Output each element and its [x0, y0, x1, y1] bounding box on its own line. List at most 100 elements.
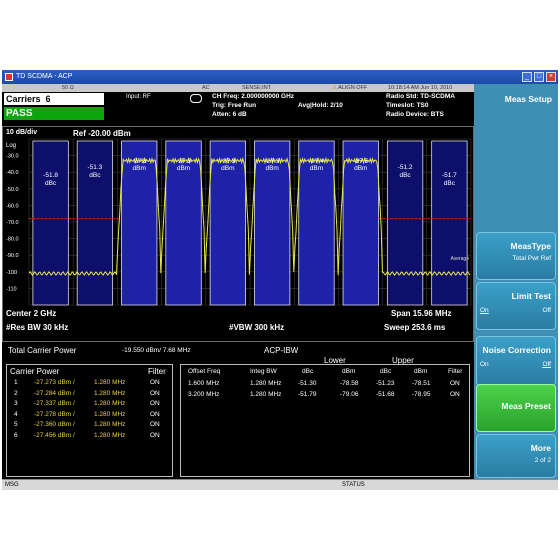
offset-power-unit: dBc — [444, 180, 456, 187]
offset-integ-bw: 1.280 MHz — [250, 380, 282, 387]
lower-dbc: -51.79 — [298, 390, 317, 398]
carrier-index: 2 — [14, 389, 18, 397]
vbw: #VBW 300 kHz — [229, 323, 285, 332]
offset-filter: ON — [450, 390, 460, 398]
results-table: Total Carrier Power -19.550 dBm/ 7.68 MH… — [2, 342, 474, 479]
offset-power-value: -51.8 — [43, 172, 58, 179]
maximize-button[interactable]: □ — [534, 72, 544, 82]
close-button[interactable]: × — [546, 72, 556, 82]
res-bw: #Res BW 30 kHz — [6, 323, 69, 332]
average-label: Average — [450, 256, 469, 262]
offset-col-header: Integ BW — [250, 368, 277, 375]
noise-correction-softkey[interactable]: Noise Correction On Off — [476, 336, 556, 386]
carrier-power: -27.273 dBm / — [34, 379, 75, 386]
carrier-filter: ON — [150, 421, 160, 428]
status-label: STATUS — [342, 482, 365, 488]
carrier-filter: ON — [150, 410, 160, 418]
carrier-power-value: -27.3 — [220, 158, 235, 165]
meastype-softkey[interactable]: MeasType Total Pwr Ref — [476, 232, 556, 280]
carrier-index: 1 — [14, 379, 18, 386]
offset-integ-bw: 1.280 MHz — [250, 390, 282, 398]
offset-filter: ON — [450, 380, 460, 387]
upper-dbc: -51.68 — [376, 390, 395, 398]
offset-freq: 1.600 MHz — [188, 380, 220, 387]
softkey-panel: Meas Setup MeasType Total Pwr Ref Limit … — [474, 84, 558, 479]
datetime: 10:18:14 AM Jun 10, 2010 — [388, 85, 453, 91]
offset-power-value: -51.7 — [442, 172, 457, 179]
measurement-header: Carriers 6 PASS Input: RF CH Freq: 2.000… — [2, 92, 474, 126]
sweep-time: Sweep 253.6 ms — [384, 323, 446, 332]
atten: Atten: 6 dB — [212, 111, 247, 118]
carrier-index: 5 — [14, 421, 18, 428]
carrier-power: -27.360 dBm / — [34, 421, 75, 428]
meas-preset-softkey[interactable]: Meas Preset — [476, 384, 556, 432]
y-tick-label: -100 — [6, 270, 17, 276]
offset-power-unit: dBc — [45, 180, 57, 187]
offset-col-header: dBm — [414, 368, 428, 375]
radio-device: Radio Device: BTS — [386, 111, 444, 118]
section-title: ACP-IBW — [264, 346, 299, 355]
lower-dbm: -78.58 — [340, 380, 359, 387]
y-tick-label: -110 — [6, 286, 17, 292]
spectrum-plot: 10 dB/div Ref -20.00 dBm Log -30.0 -40.0 -5… — [2, 126, 474, 342]
offset-band — [32, 140, 69, 306]
carrier-index: 3 — [14, 400, 18, 407]
offset-col-header: Offset Freq — [188, 368, 221, 375]
carrier-index: 6 — [14, 431, 18, 439]
upper-dbm: -78.95 — [412, 390, 431, 398]
carriers-field[interactable]: Carriers 6 — [4, 93, 104, 105]
carrier-power-unit: dBm — [177, 165, 190, 172]
offset-col-header: dBc — [380, 368, 392, 375]
ch-freq: CH Freq: 2.000000000 GHz — [212, 93, 295, 100]
carrier-power: -27.284 dBm / — [34, 389, 75, 397]
carrier-power-unit: dBm — [133, 165, 146, 172]
impedance-indicator: 50 Ω — [62, 85, 74, 91]
sense-indicator: SENSE:INT — [242, 85, 272, 91]
window-title: TD SCDMA - ACP — [16, 73, 73, 80]
carrier-power-value: -27.5 — [353, 158, 368, 165]
carrier-power-unit: dBm — [354, 165, 367, 172]
lower-dbm: -79.06 — [340, 390, 359, 398]
offset-power-value: -51.2 — [398, 164, 413, 171]
align-indicator: ⚠ ALIGN OFF — [332, 85, 368, 91]
pass-fail-badge: PASS — [4, 107, 104, 120]
msg-label: MSG — [5, 482, 19, 488]
trig: Trig: Free Run — [212, 102, 257, 109]
y-tick-label: -30.0 — [6, 154, 19, 160]
carrier-power: -27.337 dBm / — [34, 400, 75, 407]
offset-band — [431, 140, 468, 306]
analyzer-window: TD SCDMA - ACP _ □ × 50 Ω AC SENSE:INT ⚠… — [2, 70, 558, 490]
carrier-bw: 1.280 MHz — [94, 389, 126, 397]
carrier-power-value: -27.3 — [176, 158, 191, 165]
span: Span 15.96 MHz — [391, 309, 452, 318]
title-bar: TD SCDMA - ACP _ □ × — [2, 70, 558, 84]
offset-col-header: dBm — [342, 368, 356, 375]
avg-hold: Avg|Hold: 2/10 — [298, 102, 343, 109]
upper-header: Upper — [392, 356, 414, 365]
y-tick-label: -80.0 — [6, 237, 19, 243]
message-bar: MSG STATUS — [2, 479, 558, 490]
y-tick-label: -90.0 — [6, 253, 19, 259]
carrier-power: -27.278 dBm / — [34, 410, 75, 418]
offset-col-header: dBc — [302, 368, 314, 375]
app-icon — [5, 73, 13, 81]
more-softkey[interactable]: More 2 of 2 — [476, 434, 556, 478]
carrier-filter: ON — [150, 400, 160, 407]
minimize-button[interactable]: _ — [522, 72, 532, 82]
center-freq: Center 2 GHz — [6, 309, 57, 318]
filter-header: Filter — [148, 367, 166, 376]
y-tick-label: -70.0 — [6, 220, 19, 226]
carrier-power-header: Carrier Power — [10, 367, 60, 376]
total-carrier-power-label: Total Carrier Power — [8, 346, 77, 355]
timeslot: Timeslot: TS0 — [386, 102, 429, 109]
upper-dbc: -51.23 — [376, 380, 395, 387]
carrier-index: 4 — [14, 410, 18, 418]
carrier-bw: 1.280 MHz — [94, 379, 126, 386]
lower-dbc: -51.30 — [298, 380, 317, 387]
warning-icon: ⚠ — [332, 85, 337, 91]
status-strip: 50 Ω AC SENSE:INT ⚠ ALIGN OFF 10:18:14 A… — [2, 84, 474, 92]
limit-test-softkey[interactable]: Limit Test On Off — [476, 282, 556, 330]
y-tick-label: -40.0 — [6, 170, 19, 176]
offset-freq: 3.200 MHz — [188, 390, 220, 398]
carrier-power-box — [6, 364, 173, 477]
